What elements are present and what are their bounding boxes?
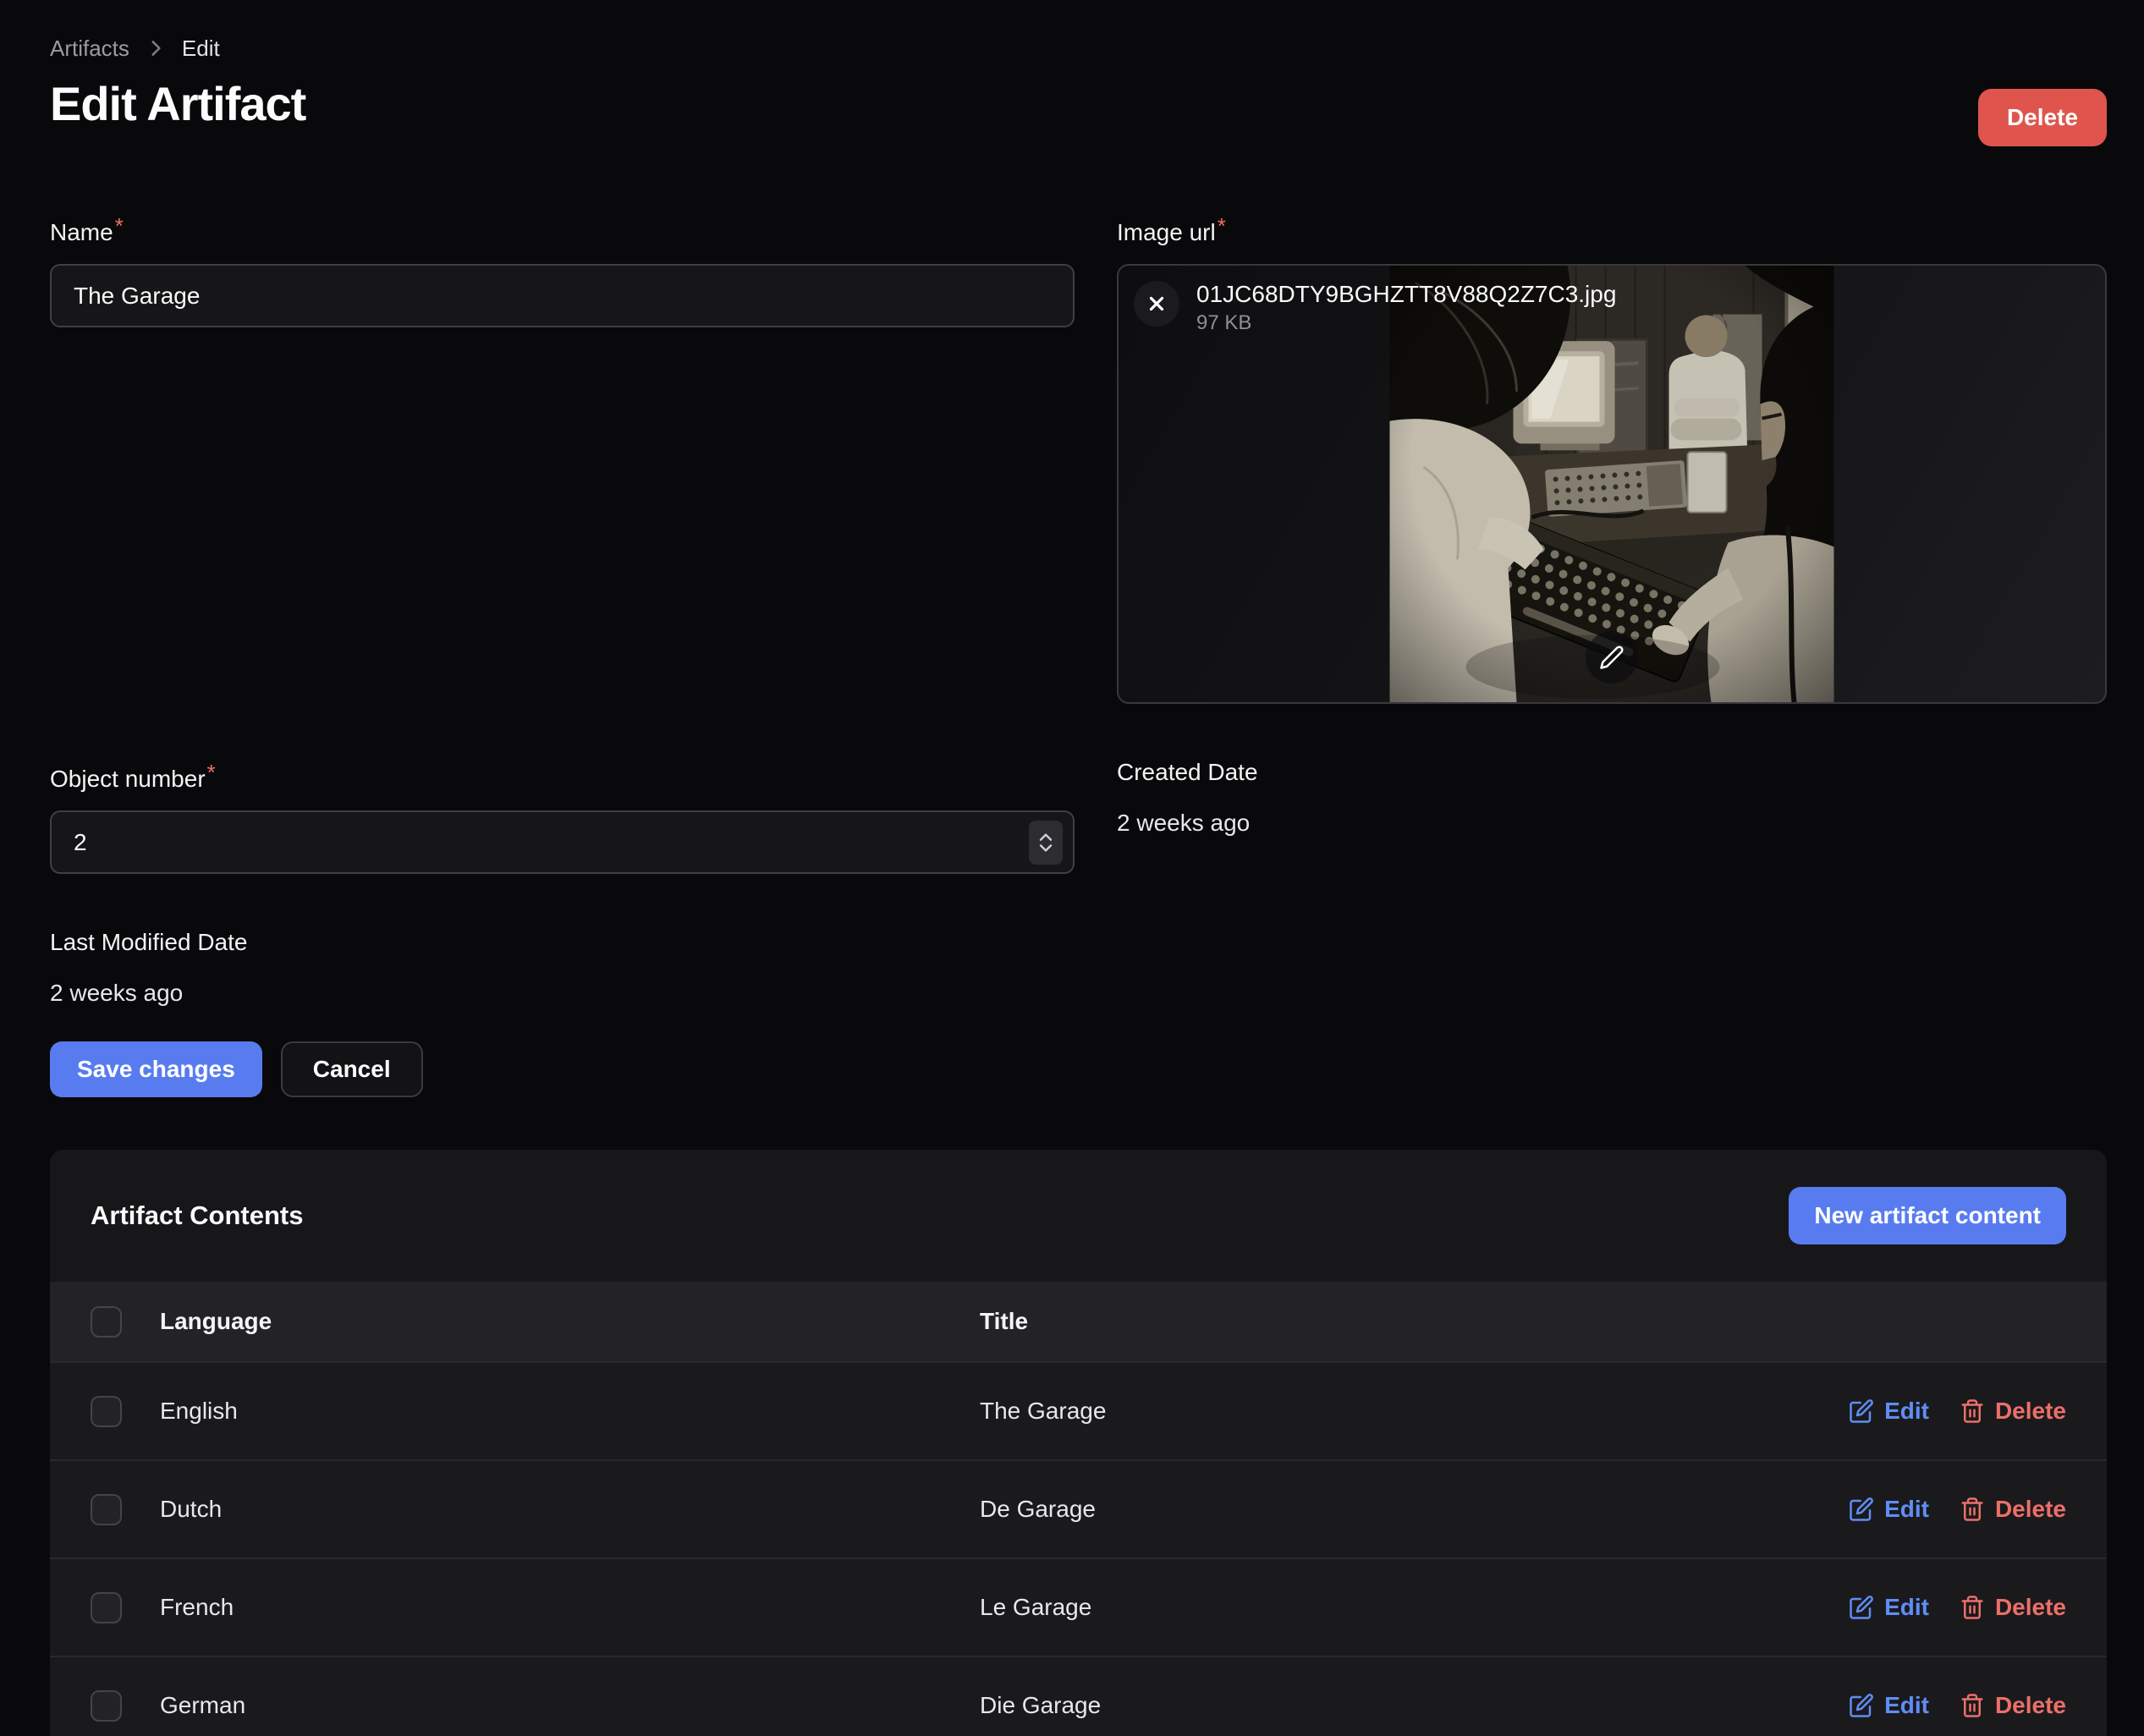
table-row: English The Garage Edit Delete (50, 1361, 2107, 1459)
edit-artifact-page: Artifacts Edit Edit Artifact Delete Name… (0, 0, 2144, 1736)
row-title: The Garage (980, 1398, 1849, 1425)
name-field-group: Name* (50, 212, 1075, 327)
created-date-label: Created Date (1117, 758, 2107, 787)
image-filesize: 97 KB (1196, 311, 1616, 335)
artifact-form: Name* Image url* (50, 212, 2107, 874)
header-left: Artifacts Edit Edit Artifact (50, 36, 305, 132)
trash-icon (1960, 1693, 1985, 1718)
edit-square-icon (1849, 1497, 1874, 1522)
remove-image-button[interactable] (1134, 281, 1179, 327)
row-edit-label: Edit (1884, 1692, 1929, 1719)
trash-icon (1960, 1497, 1985, 1522)
quantity-stepper[interactable] (1029, 821, 1063, 865)
row-actions: Edit Delete (1849, 1594, 2066, 1621)
table-row: Dutch De Garage Edit Delete (50, 1459, 2107, 1557)
row-checkbox[interactable] (91, 1592, 122, 1623)
required-asterisk: * (207, 760, 216, 785)
row-delete-button[interactable]: Delete (1960, 1692, 2066, 1719)
row-edit-label: Edit (1884, 1496, 1929, 1523)
row-edit-button[interactable]: Edit (1849, 1594, 1929, 1621)
image-upload-box: 01JC68DTY9BGHZTT8V88Q2Z7C3.jpg 97 KB (1117, 264, 2107, 704)
last-modified-value: 2 weeks ago (50, 979, 2107, 1008)
name-input[interactable] (50, 264, 1075, 327)
select-all-checkbox[interactable] (91, 1306, 122, 1338)
delete-artifact-button[interactable]: Delete (1978, 89, 2107, 146)
image-field-group: Image url* (1117, 212, 2107, 704)
last-modified-group: Last Modified Date 2 weeks ago (50, 928, 2107, 1008)
row-checkbox[interactable] (91, 1690, 122, 1722)
row-language: German (160, 1692, 980, 1719)
breadcrumb-current: Edit (182, 36, 220, 61)
row-edit-button[interactable]: Edit (1849, 1398, 1929, 1425)
object-number-label-text: Object number (50, 766, 206, 792)
object-number-wrap (50, 810, 1075, 874)
trash-icon (1960, 1398, 1985, 1424)
page-header: Artifacts Edit Edit Artifact Delete (50, 36, 2107, 146)
pencil-icon (1599, 645, 1624, 670)
row-edit-label: Edit (1884, 1594, 1929, 1621)
table-header-row: Language Title (50, 1282, 2107, 1361)
required-asterisk: * (1218, 213, 1226, 239)
edit-square-icon (1849, 1595, 1874, 1620)
row-title: De Garage (980, 1496, 1849, 1523)
row-language: English (160, 1398, 980, 1425)
row-actions: Edit Delete (1849, 1692, 2066, 1719)
artifact-contents-header: Artifact Contents New artifact content (50, 1150, 2107, 1282)
close-icon (1146, 293, 1168, 315)
row-checkbox[interactable] (91, 1494, 122, 1525)
created-date-group: Created Date 2 weeks ago (1117, 758, 2107, 838)
row-title: Le Garage (980, 1594, 1849, 1621)
image-file-meta: 01JC68DTY9BGHZTT8V88Q2Z7C3.jpg 97 KB (1196, 280, 1616, 335)
edit-image-button[interactable] (1586, 631, 1638, 684)
image-url-label-text: Image url (1117, 219, 1216, 245)
trash-icon (1960, 1595, 1985, 1620)
row-delete-label: Delete (1995, 1496, 2066, 1523)
breadcrumb-artifacts-link[interactable]: Artifacts (50, 36, 129, 61)
row-language: French (160, 1594, 980, 1621)
object-number-field-group: Object number* (50, 758, 1075, 874)
object-number-label: Object number* (50, 758, 1075, 794)
row-delete-button[interactable]: Delete (1960, 1398, 2066, 1425)
name-label: Name* (50, 212, 1075, 247)
edit-square-icon (1849, 1693, 1874, 1718)
row-delete-label: Delete (1995, 1692, 2066, 1719)
object-number-input[interactable] (50, 810, 1075, 874)
chevron-right-icon (145, 37, 167, 59)
image-filename: 01JC68DTY9BGHZTT8V88Q2Z7C3.jpg (1196, 280, 1616, 309)
row-edit-button[interactable]: Edit (1849, 1496, 1929, 1523)
row-edit-button[interactable]: Edit (1849, 1692, 1929, 1719)
row-title: Die Garage (980, 1692, 1849, 1719)
name-label-text: Name (50, 219, 113, 245)
cancel-button[interactable]: Cancel (281, 1041, 423, 1097)
row-actions: Edit Delete (1849, 1398, 2066, 1425)
row-checkbox[interactable] (91, 1396, 122, 1427)
table-row: French Le Garage Edit Delete (50, 1557, 2107, 1656)
row-delete-label: Delete (1995, 1398, 2066, 1425)
image-url-label: Image url* (1117, 212, 2107, 247)
edit-square-icon (1849, 1398, 1874, 1424)
row-edit-label: Edit (1884, 1398, 1929, 1425)
row-actions: Edit Delete (1849, 1496, 2066, 1523)
required-asterisk: * (115, 213, 124, 239)
artifact-contents-card: Artifact Contents New artifact content L… (50, 1150, 2107, 1736)
chevron-down-icon (1037, 843, 1054, 854)
artifact-contents-title: Artifact Contents (91, 1199, 303, 1233)
breadcrumb: Artifacts Edit (50, 36, 305, 61)
chevron-up-icon (1037, 832, 1054, 842)
column-header-language: Language (160, 1308, 980, 1335)
save-changes-button[interactable]: Save changes (50, 1041, 262, 1097)
form-actions: Save changes Cancel (50, 1041, 2107, 1097)
row-delete-button[interactable]: Delete (1960, 1496, 2066, 1523)
table-row: German Die Garage Edit Delete (50, 1656, 2107, 1736)
row-language: Dutch (160, 1496, 980, 1523)
page-title: Edit Artifact (50, 76, 305, 132)
last-modified-label: Last Modified Date (50, 928, 2107, 957)
new-artifact-content-button[interactable]: New artifact content (1789, 1187, 2066, 1244)
row-delete-button[interactable]: Delete (1960, 1594, 2066, 1621)
column-header-title: Title (980, 1308, 2066, 1335)
row-delete-label: Delete (1995, 1594, 2066, 1621)
created-date-value: 2 weeks ago (1117, 809, 2107, 838)
